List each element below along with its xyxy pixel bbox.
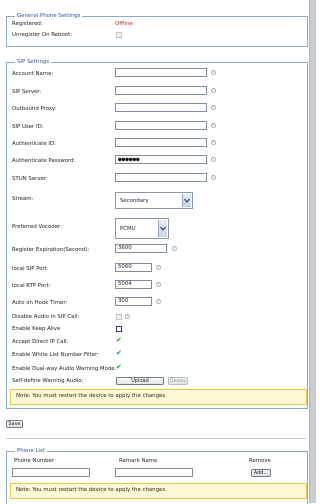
keep-alive-label: Enable Keep Alive <box>12 326 61 332</box>
local-rtp-port-label: local RTP Port: <box>12 283 51 289</box>
unregister-label: Unregister On Reboot: <box>12 32 73 38</box>
local-sip-port-label: local SIP Port: <box>12 266 49 272</box>
group-legend: SIP Settings <box>15 59 52 66</box>
account-name-label: Account Name: <box>12 71 54 77</box>
sip-user-id-input[interactable] <box>115 121 207 130</box>
white-list-label: Enable White List Number Filter: <box>12 352 100 358</box>
outbound-proxy-label: Outbound Proxy: <box>12 106 57 112</box>
vocoder-select[interactable]: PCMU <box>115 218 169 239</box>
registered-status: Offline <box>115 21 133 27</box>
phone-list-note: Note: You must restart the device to app… <box>10 483 307 499</box>
chevron-down-icon <box>158 220 167 237</box>
info-icon: i <box>156 265 161 270</box>
stun-server-label: STUN Server: <box>12 176 48 182</box>
sip-user-id-label: SIP User ID: <box>12 124 44 130</box>
delete-button[interactable]: Delete <box>168 377 188 385</box>
sip-server-label: SIP Server: <box>12 89 42 95</box>
remark-name-header: Remark Name <box>119 458 158 464</box>
group-legend: General Phone Settings <box>15 13 83 20</box>
info-icon: i <box>156 299 161 304</box>
stun-server-input[interactable] <box>115 173 207 182</box>
check-icon[interactable]: ✔ <box>116 350 122 357</box>
chevron-down-icon <box>182 194 191 207</box>
outbound-proxy-input[interactable] <box>115 103 207 112</box>
group-legend: Phone List <box>15 448 47 455</box>
vocoder-label: Preferred Vocoder: <box>12 224 62 230</box>
stream-label: Stream: <box>12 196 34 202</box>
reg-expiration-input[interactable]: 3600 <box>115 244 167 253</box>
vocoder-value: PCMU <box>120 225 136 232</box>
warning-audio-label: Self-define Warning Audio: <box>12 378 84 384</box>
divider <box>6 438 306 439</box>
stream-value: Secondary <box>120 197 149 204</box>
auth-id-input[interactable] <box>115 138 207 147</box>
info-icon: i <box>156 282 161 287</box>
upload-button[interactable]: Upload <box>116 377 164 385</box>
local-sip-port-input[interactable]: 5060 <box>115 263 152 272</box>
info-icon: i <box>211 175 216 180</box>
auth-password-label: Authenticate Password: <box>12 158 76 164</box>
auto-hook-input[interactable]: 300 <box>115 297 152 306</box>
account-name-input[interactable] <box>115 68 207 77</box>
add-button[interactable]: Add... <box>251 469 271 477</box>
disable-audio-checkbox[interactable] <box>116 314 122 320</box>
info-icon: i <box>211 123 216 128</box>
stream-select[interactable]: Secondary <box>115 192 193 209</box>
check-icon[interactable]: ✔ <box>116 337 122 344</box>
info-icon: i <box>211 157 216 162</box>
auto-hook-label: Auto on Hook Timer: <box>12 300 68 306</box>
keep-alive-checkbox[interactable] <box>116 326 122 332</box>
dual-way-label: Enable Dual-way Audio Warning Mode: <box>12 366 117 372</box>
registered-label: Registered: <box>12 21 43 27</box>
save-button[interactable]: Save <box>6 420 23 428</box>
remove-header: Remove <box>249 458 271 464</box>
auth-id-label: Authenticate ID: <box>12 141 56 147</box>
info-icon: i <box>211 88 216 93</box>
info-icon: i <box>211 105 216 110</box>
direct-ip-label: Accept Direct IP Call: <box>12 339 69 345</box>
info-icon: i <box>211 140 216 145</box>
unregister-checkbox[interactable] <box>116 32 122 38</box>
sip-server-input[interactable] <box>115 86 207 95</box>
phone-number-input[interactable] <box>12 468 90 477</box>
phone-number-header: Phone Number <box>14 458 55 464</box>
auth-password-input[interactable]: ●●●●●● <box>115 155 207 164</box>
local-rtp-port-input[interactable]: 5004 <box>115 280 152 289</box>
window-scrollbar[interactable] <box>309 0 316 503</box>
restart-note: Note: You must restart the device to app… <box>10 389 307 405</box>
info-icon: i <box>125 314 130 319</box>
info-icon: i <box>172 246 177 251</box>
reg-expiration-label: Register Expiration(Second): <box>12 247 90 253</box>
check-icon[interactable]: ✔ <box>116 364 122 371</box>
info-icon: i <box>211 70 216 75</box>
disable-audio-label: Disable Audio in SIP Call: <box>12 314 80 320</box>
remark-name-input[interactable] <box>115 468 193 477</box>
